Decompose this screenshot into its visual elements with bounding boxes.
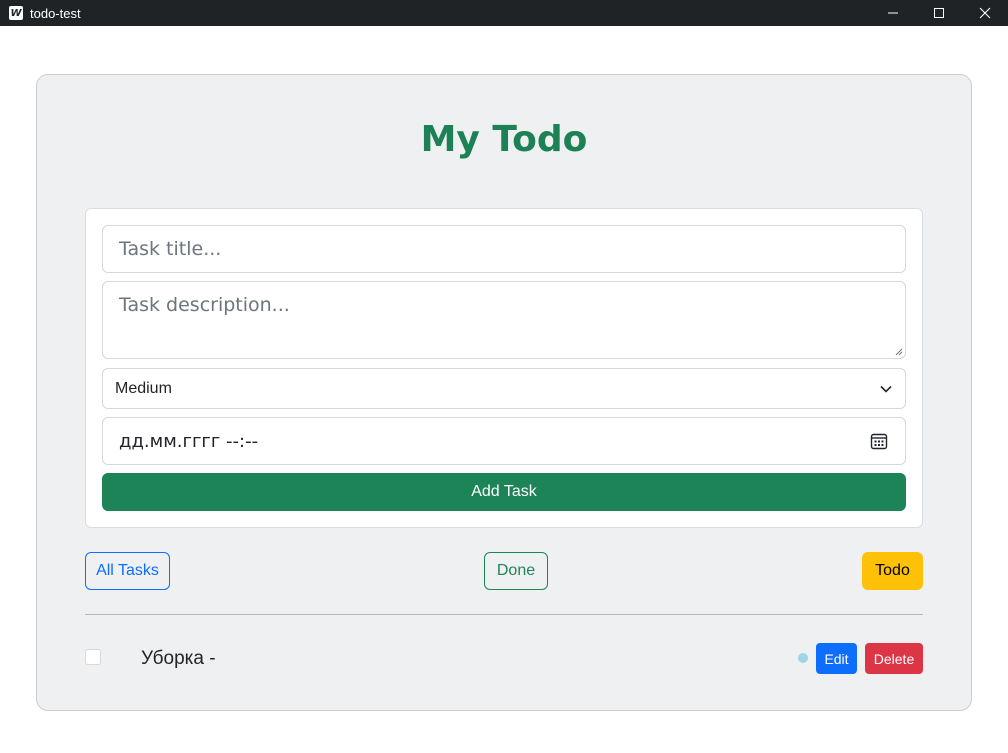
task-title-input[interactable]: Task title...: [102, 225, 906, 273]
close-button[interactable]: [962, 0, 1008, 26]
close-icon: [979, 7, 991, 19]
app-icon: W: [9, 6, 23, 20]
resize-grip-icon[interactable]: [894, 347, 903, 356]
app-icon-letter: W: [10, 7, 22, 19]
task-checkbox[interactable]: [85, 649, 101, 665]
filter-all-button[interactable]: All Tasks: [85, 552, 170, 590]
task-description-placeholder: Task description...: [119, 294, 290, 316]
window-title: todo-test: [30, 5, 81, 21]
minimize-button[interactable]: [870, 0, 916, 26]
task-title-placeholder: Task title...: [119, 238, 222, 260]
filter-todo-button[interactable]: Todo: [862, 552, 923, 590]
chevron-down-icon: [880, 385, 892, 393]
task-description-input[interactable]: Task description...: [102, 281, 906, 359]
edit-task-button[interactable]: Edit: [816, 643, 857, 674]
maximize-icon: [934, 8, 944, 18]
due-date-input[interactable]: дд.мм.гггг --:--: [102, 417, 906, 465]
delete-task-button[interactable]: Delete: [865, 643, 923, 674]
page-title: My Todo: [420, 119, 588, 160]
filter-done-button[interactable]: Done: [484, 552, 548, 590]
priority-indicator: [798, 653, 808, 663]
calendar-icon[interactable]: [869, 431, 889, 451]
add-task-button[interactable]: Add Task: [102, 473, 906, 511]
minimize-icon: [888, 12, 898, 14]
priority-select-value: Medium: [115, 379, 172, 397]
maximize-button[interactable]: [916, 0, 962, 26]
divider: [85, 614, 923, 615]
due-date-placeholder: дд.мм.гггг --:--: [119, 430, 259, 452]
task-title: Уборка -: [141, 648, 216, 669]
priority-select[interactable]: Medium: [102, 368, 906, 409]
window-titlebar: W todo-test: [0, 0, 1008, 26]
window-controls: [870, 0, 1008, 26]
